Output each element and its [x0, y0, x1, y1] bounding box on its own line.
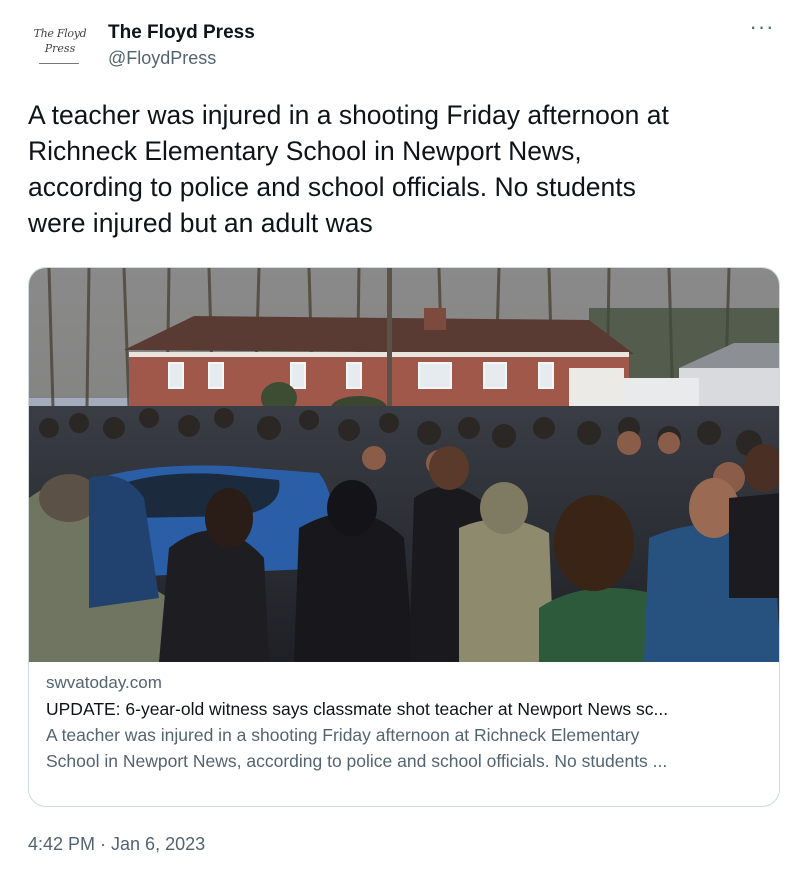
card-domain: swvatoday.com	[46, 673, 162, 692]
avatar-logo-line2: Press	[44, 42, 76, 55]
avatar[interactable]: The Floyd Press	[29, 26, 91, 66]
avatar-logo-line1: The Floyd	[33, 27, 87, 40]
tweet-timestamp[interactable]: 4:42 PM · Jan 6, 2023	[28, 831, 205, 857]
avatar-logo-rule	[39, 63, 79, 64]
card-description: A teacher was injured in a shooting Frid…	[46, 725, 668, 771]
author-names: The Floyd Press @FloydPress	[108, 21, 255, 71]
card-meta: swvatoday.com UPDATE: 6-year-old witness…	[46, 670, 762, 774]
link-preview-card[interactable]: swvatoday.com UPDATE: 6-year-old witness…	[28, 267, 780, 807]
more-options-icon[interactable]: ···	[748, 16, 776, 44]
card-title[interactable]: UPDATE: 6-year-old witness says classmat…	[46, 696, 762, 722]
tweet: The Floyd Press The Floyd Press @FloydPr…	[0, 0, 800, 871]
user-handle[interactable]: @FloydPress	[108, 45, 255, 71]
tweet-header: The Floyd Press The Floyd Press @FloydPr…	[27, 16, 780, 76]
display-name[interactable]: The Floyd Press	[108, 21, 255, 45]
tweet-text: A teacher was injured in a shooting Frid…	[28, 100, 669, 238]
card-image[interactable]	[29, 268, 780, 662]
